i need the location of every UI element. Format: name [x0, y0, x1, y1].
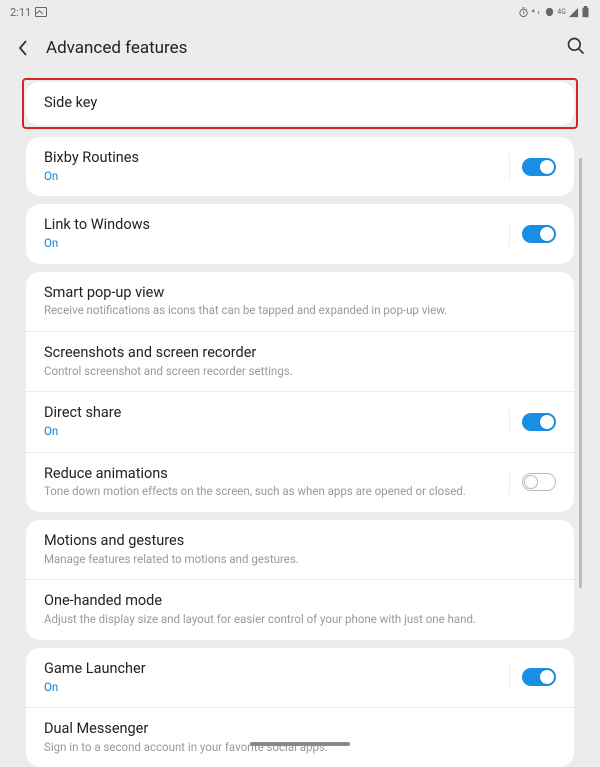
row-title: Smart pop-up view — [44, 284, 556, 303]
picture-icon — [35, 7, 47, 17]
toggle-switch[interactable] — [522, 158, 556, 176]
row-title: Bixby Routines — [44, 149, 509, 168]
settings-list: Side keyBixby RoutinesOnLink to WindowsO… — [0, 78, 600, 767]
back-icon[interactable] — [14, 39, 32, 57]
settings-row[interactable]: Motions and gesturesManage features rela… — [26, 520, 574, 580]
row-text: Motions and gesturesManage features rela… — [44, 532, 556, 567]
row-subtitle: On — [44, 424, 509, 440]
row-text: Dual MessengerSign in to a second accoun… — [44, 720, 556, 755]
row-title: Link to Windows — [44, 216, 509, 235]
toggle-switch[interactable] — [522, 668, 556, 686]
row-text: Smart pop-up viewReceive notifications a… — [44, 284, 556, 319]
settings-card: Side key — [26, 82, 574, 125]
row-subtitle: On — [44, 236, 509, 252]
toggle-wrap — [509, 221, 556, 247]
row-subtitle: Control screenshot and screen recorder s… — [44, 364, 556, 380]
toggle-switch[interactable] — [522, 473, 556, 491]
toggle-wrap — [509, 469, 556, 495]
toggle-knob — [524, 475, 538, 489]
row-text: Screenshots and screen recorderControl s… — [44, 344, 556, 379]
search-icon[interactable] — [566, 36, 586, 60]
settings-card: Game LauncherOn Dual MessengerSign in to … — [26, 648, 574, 767]
row-title: Direct share — [44, 404, 509, 423]
settings-row[interactable]: One-handed modeAdjust the display size a… — [26, 580, 574, 639]
row-text: Bixby RoutinesOn — [44, 149, 509, 184]
toggle-switch[interactable] — [522, 413, 556, 431]
settings-row[interactable]: Bixby RoutinesOn — [26, 137, 574, 196]
row-subtitle: Receive notifications as icons that can … — [44, 303, 556, 319]
toggle-knob — [540, 227, 554, 241]
row-subtitle: On — [44, 680, 509, 696]
row-title: Side key — [44, 94, 556, 113]
settings-row[interactable]: Dual MessengerSign in to a second accoun… — [26, 708, 574, 767]
row-subtitle: On — [44, 169, 509, 185]
row-subtitle: Manage features related to motions and g… — [44, 552, 556, 568]
row-title: Reduce animations — [44, 465, 509, 484]
status-bar: 2:11 4G — [0, 0, 600, 24]
row-text: Reduce animationsTone down motion effect… — [44, 465, 509, 500]
row-subtitle: Tone down motion effects on the screen, … — [44, 484, 509, 500]
settings-card: Link to WindowsOn — [26, 204, 574, 263]
settings-row[interactable]: Reduce animationsTone down motion effect… — [26, 453, 574, 512]
home-indicator[interactable] — [250, 742, 350, 746]
toggle-wrap — [509, 664, 556, 690]
row-text: Link to WindowsOn — [44, 216, 509, 251]
status-clock: 2:11 — [10, 6, 31, 19]
row-text: Game LauncherOn — [44, 660, 509, 695]
row-title: Motions and gestures — [44, 532, 556, 551]
app-header: Advanced features — [0, 24, 600, 72]
row-text: One-handed modeAdjust the display size a… — [44, 592, 556, 627]
row-text: Side key — [44, 94, 556, 113]
settings-card: Bixby RoutinesOn — [26, 137, 574, 196]
row-title: Screenshots and screen recorder — [44, 344, 556, 363]
row-subtitle: Adjust the display size and layout for e… — [44, 612, 556, 628]
settings-row[interactable]: Game LauncherOn — [26, 648, 574, 708]
row-title: Dual Messenger — [44, 720, 556, 739]
toggle-wrap — [509, 409, 556, 435]
highlight-box: Side key — [22, 78, 578, 129]
toggle-wrap — [509, 154, 556, 180]
row-title: Game Launcher — [44, 660, 509, 679]
page-title: Advanced features — [46, 38, 566, 58]
toggle-knob — [540, 670, 554, 684]
settings-row[interactable]: Screenshots and screen recorderControl s… — [26, 332, 574, 392]
settings-row[interactable]: Link to WindowsOn — [26, 204, 574, 263]
toggle-switch[interactable] — [522, 225, 556, 243]
scroll-bar[interactable] — [579, 158, 582, 588]
row-text: Direct shareOn — [44, 404, 509, 439]
settings-row[interactable]: Direct shareOn — [26, 392, 574, 452]
status-icons: 4G — [518, 6, 590, 18]
settings-row[interactable]: Smart pop-up viewReceive notifications a… — [26, 272, 574, 332]
row-title: One-handed mode — [44, 592, 556, 611]
settings-card: Motions and gesturesManage features rela… — [26, 520, 574, 640]
settings-card: Smart pop-up viewReceive notifications a… — [26, 272, 574, 512]
toggle-knob — [540, 415, 554, 429]
toggle-knob — [540, 160, 554, 174]
settings-row[interactable]: Side key — [26, 82, 574, 125]
